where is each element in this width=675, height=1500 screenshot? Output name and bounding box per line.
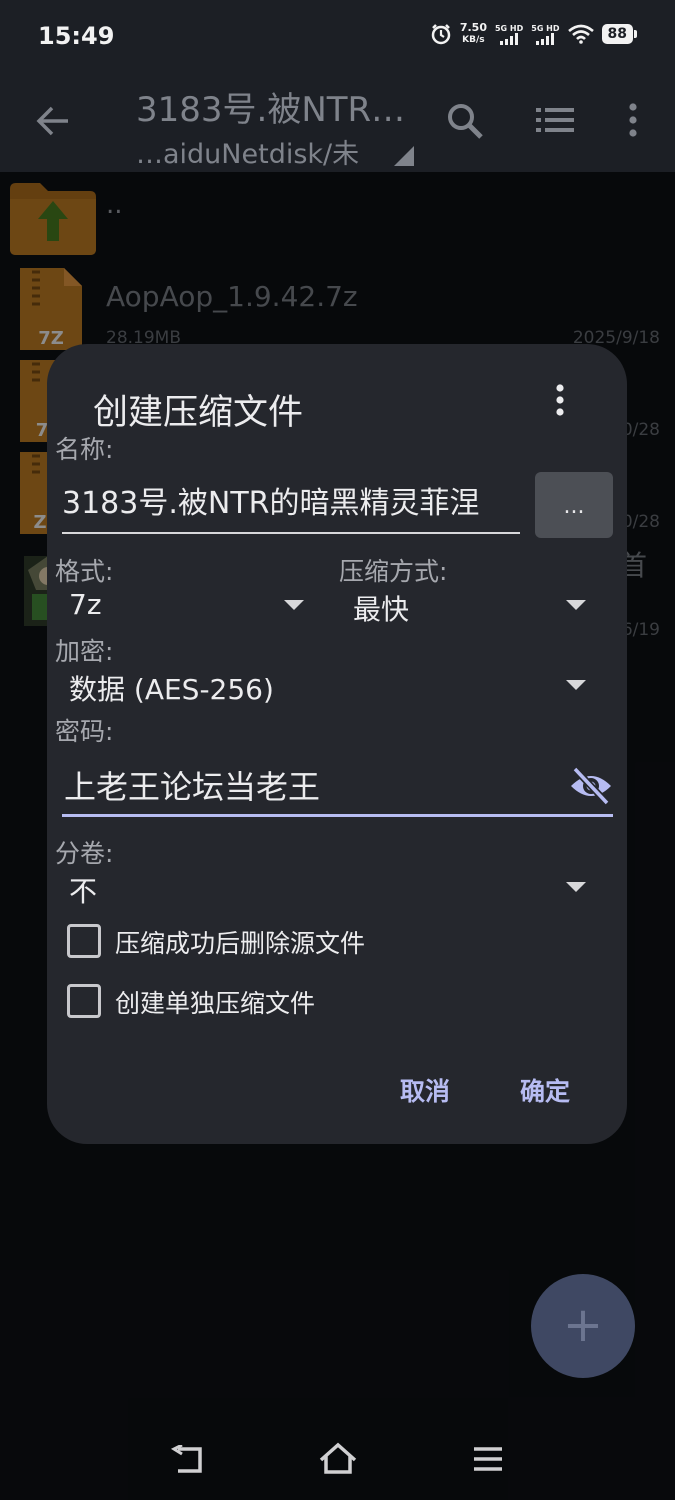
format-value: 7z — [69, 588, 102, 621]
dialog-more-icon[interactable] — [555, 384, 565, 416]
chevron-down-icon — [566, 680, 586, 690]
separate-archive-option[interactable]: 创建单独压缩文件 — [65, 980, 465, 1020]
sim2-label: 5G HD — [531, 23, 560, 33]
status-icons: 7.50 KB/s 5G HD 5G HD 88 — [430, 22, 637, 46]
create-archive-dialog: 创建压缩文件 名称: 3183号.被NTR的暗黑精灵菲涅 ... 格式: 压缩方… — [47, 344, 627, 1144]
format-select[interactable]: 7z — [55, 584, 305, 630]
separate-archive-label: 创建单独压缩文件 — [115, 989, 316, 1018]
sim1-signal: 5G HD — [495, 24, 523, 45]
method-label: 压缩方式: — [339, 557, 448, 586]
search-icon[interactable] — [446, 102, 484, 140]
delete-source-label: 压缩成功后删除源文件 — [115, 929, 366, 958]
name-label: 名称: — [55, 435, 114, 464]
chevron-down-icon — [566, 600, 586, 610]
encrypt-select[interactable]: 数据 (AES-256) — [55, 664, 589, 710]
cancel-button[interactable]: 取消 — [400, 1072, 450, 1108]
home-nav-icon[interactable] — [318, 1442, 358, 1476]
chevron-down-icon — [284, 600, 304, 610]
encrypt-label: 加密: — [55, 637, 114, 666]
format-label: 格式: — [55, 557, 114, 586]
delete-source-option[interactable]: 压缩成功后删除源文件 — [65, 920, 465, 960]
chevron-down-icon — [566, 882, 586, 892]
sim1-label: 5G HD — [494, 23, 524, 33]
name-value: 3183号.被NTR的暗黑精灵菲涅 — [62, 486, 480, 521]
signal-bars-icon — [500, 32, 519, 45]
more-vert-icon[interactable] — [628, 103, 638, 137]
net-speed-unit: KB/s — [462, 35, 485, 45]
separate-archive-checkbox[interactable] — [67, 984, 101, 1018]
name-field[interactable]: 3183号.被NTR的暗黑精灵菲涅 — [62, 480, 520, 534]
path-dropdown-icon[interactable] — [394, 146, 414, 166]
recents-nav-icon[interactable] — [472, 1446, 504, 1472]
back-arrow-icon[interactable] — [36, 104, 70, 138]
app-bar-path[interactable]: …aiduNetdisk/未 — [136, 132, 359, 171]
battery-icon: 88 — [601, 24, 637, 44]
system-nav-bar — [0, 1420, 675, 1500]
dialog-title: 创建压缩文件 — [93, 393, 304, 433]
method-value: 最快 — [353, 593, 410, 626]
signal-bars-icon — [536, 32, 555, 45]
volume-value: 不 — [69, 875, 98, 908]
encrypt-value: 数据 (AES-256) — [69, 673, 274, 706]
ok-button[interactable]: 确定 — [520, 1072, 570, 1108]
password-label: 密码: — [55, 717, 114, 746]
net-speed: 7.50 KB/s — [460, 22, 487, 46]
app-bar-title: 3183号.被NTR… — [136, 90, 406, 130]
volume-select[interactable]: 不 — [55, 866, 589, 912]
list-view-icon[interactable] — [536, 107, 574, 133]
status-bar: 15:49 7.50 KB/s 5G HD 5G HD 88 — [0, 0, 675, 72]
visibility-off-icon[interactable] — [569, 766, 613, 806]
alarm-icon — [431, 24, 451, 45]
password-value: 上老王论坛当老王 — [64, 768, 321, 806]
net-speed-value: 7.50 — [459, 21, 487, 34]
browse-button[interactable]: ... — [535, 472, 613, 538]
sim2-signal: 5G HD — [531, 23, 560, 45]
back-nav-icon[interactable] — [170, 1445, 206, 1475]
delete-source-checkbox[interactable] — [67, 924, 101, 958]
status-time: 15:49 — [38, 22, 115, 50]
volume-label: 分卷: — [55, 839, 114, 868]
password-field[interactable]: 上老王论坛当老王 — [62, 760, 613, 817]
wifi-icon — [567, 24, 594, 44]
method-select[interactable]: 最快 — [339, 584, 589, 630]
battery-level: 88 — [601, 24, 633, 44]
add-fab-button[interactable]: + — [531, 1274, 635, 1378]
